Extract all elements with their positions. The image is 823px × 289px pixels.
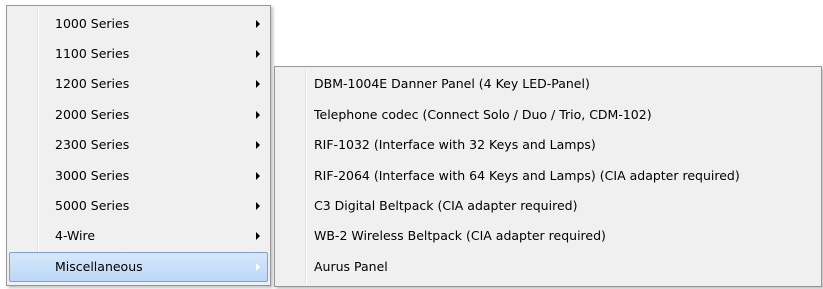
submenu-item-rif-2064[interactable]: RIF-2064 (Interface with 64 Keys and Lam…: [277, 161, 819, 191]
chevron-right-icon: [256, 141, 260, 149]
menu-item-label: 2300 Series: [55, 137, 130, 152]
menu-item-label: 1000 Series: [55, 16, 130, 31]
menu-item-label: Aurus Panel: [314, 259, 388, 274]
chevron-right-icon: [256, 111, 260, 119]
menu-item-1100-series[interactable]: 1100 Series: [9, 39, 268, 69]
menu-item-1200-series[interactable]: 1200 Series: [9, 69, 268, 99]
submenu-item-rif-1032[interactable]: RIF-1032 (Interface with 32 Keys and Lam…: [277, 130, 819, 160]
menu-item-label: 1100 Series: [55, 46, 130, 61]
menu-item-label: 4-Wire: [55, 228, 96, 243]
submenu-miscellaneous: DBM-1004E Danner Panel (4 Key LED-Panel)…: [274, 66, 822, 287]
menu-item-2000-series[interactable]: 2000 Series: [9, 100, 268, 130]
menu-item-4-wire[interactable]: 4-Wire: [9, 221, 268, 251]
menu-item-label: RIF-2064 (Interface with 64 Keys and Lam…: [314, 168, 740, 183]
menu-item-label: DBM-1004E Danner Panel (4 Key LED-Panel): [314, 76, 590, 91]
menu-item-3000-series[interactable]: 3000 Series: [9, 161, 268, 191]
submenu-item-c3-digital-beltpack[interactable]: C3 Digital Beltpack (CIA adapter require…: [277, 191, 819, 221]
menu-item-label: 2000 Series: [55, 107, 130, 122]
menu-item-1000-series[interactable]: 1000 Series: [9, 9, 268, 39]
menu-item-label: 3000 Series: [55, 168, 130, 183]
submenu-item-aurus-panel[interactable]: Aurus Panel: [277, 252, 819, 282]
chevron-right-icon: [256, 80, 260, 88]
menu-item-label: WB-2 Wireless Beltpack (CIA adapter requ…: [314, 228, 606, 243]
menu-item-label: Telephone codec (Connect Solo / Duo / Tr…: [314, 107, 652, 122]
chevron-right-icon: [256, 202, 260, 210]
context-menu-series: 1000 Series 1100 Series 1200 Series 2000…: [6, 5, 271, 286]
submenu-item-dbm-1004e[interactable]: DBM-1004E Danner Panel (4 Key LED-Panel): [277, 69, 819, 99]
chevron-right-icon: [256, 50, 260, 58]
menu-item-label: 5000 Series: [55, 198, 130, 213]
chevron-right-icon: [256, 232, 260, 240]
chevron-right-icon: [256, 20, 260, 28]
menu-item-label: 1200 Series: [55, 76, 130, 91]
submenu-item-wb-2-wireless-beltpack[interactable]: WB-2 Wireless Beltpack (CIA adapter requ…: [277, 221, 819, 251]
chevron-right-icon: [256, 172, 260, 180]
menu-item-label: C3 Digital Beltpack (CIA adapter require…: [314, 198, 578, 213]
menu-item-5000-series[interactable]: 5000 Series: [9, 191, 268, 221]
submenu-item-telephone-codec[interactable]: Telephone codec (Connect Solo / Duo / Tr…: [277, 100, 819, 130]
chevron-right-icon: [256, 263, 260, 271]
menu-item-label: RIF-1032 (Interface with 32 Keys and Lam…: [314, 137, 596, 152]
menu-item-miscellaneous[interactable]: Miscellaneous: [9, 252, 268, 282]
menu-item-label: Miscellaneous: [55, 259, 143, 274]
menu-item-2300-series[interactable]: 2300 Series: [9, 130, 268, 160]
